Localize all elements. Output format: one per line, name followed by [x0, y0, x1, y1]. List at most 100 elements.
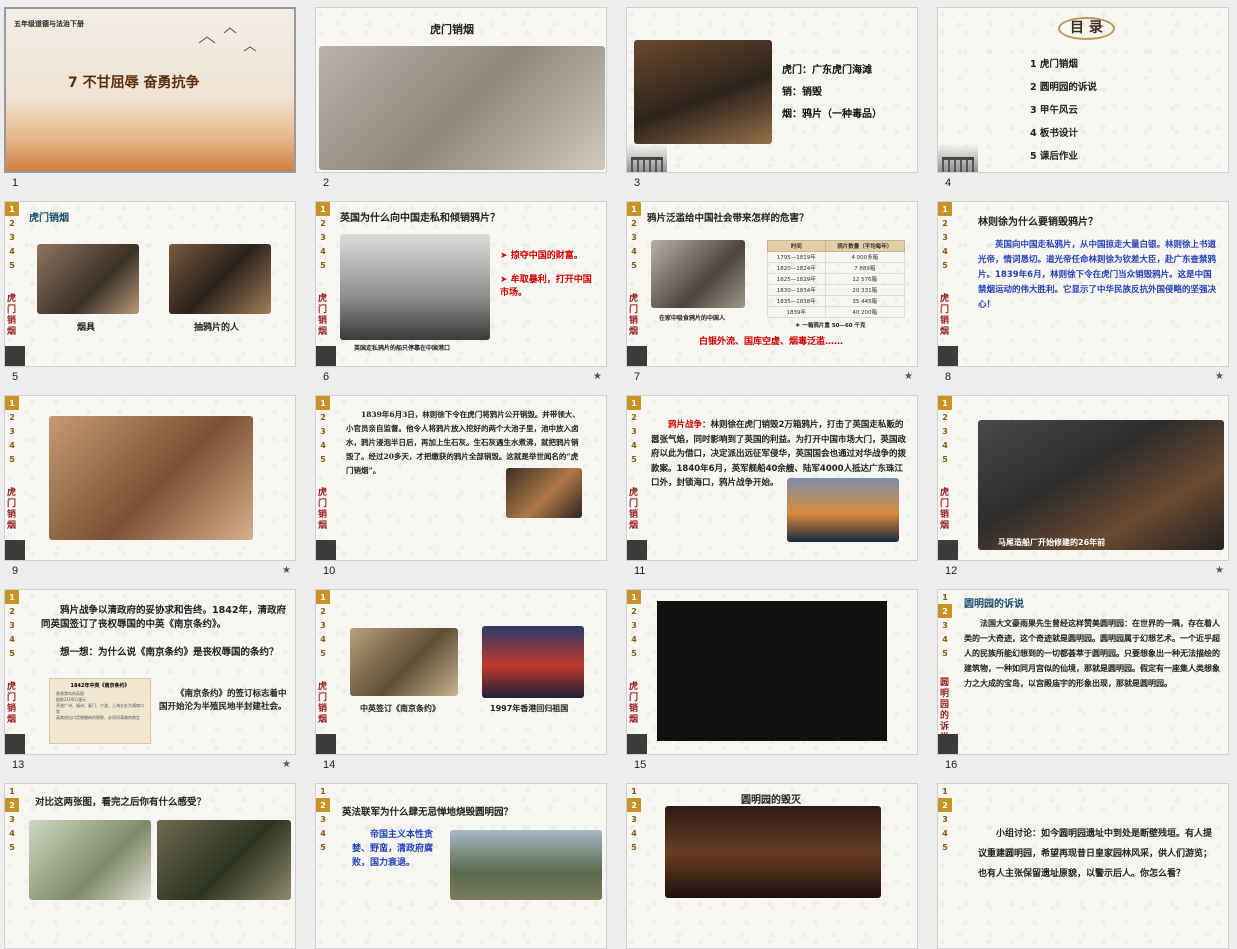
slide-thumb-20[interactable]: 12345 小组讨论：如今圆明园遗址中到处是断壁残垣。有人提议重建圆明园，希望再…	[937, 783, 1233, 949]
slide-thumb-6[interactable]: 12345 虎门销烟 英国为什么向中国走私和倾销鸦片？ 英国走私鸦片的船只停靠在…	[315, 201, 611, 391]
vertical-title: 虎门销烟	[940, 294, 950, 337]
toc-item[interactable]: 4 板书设计	[1030, 122, 1097, 145]
slide-number: 8	[945, 371, 952, 383]
question: 英法联军为什么肆无忌惮地烧毁圆明园？	[342, 807, 514, 818]
slide-thumb-1[interactable]: 五年级道德与法治下册 7 不甘屈辱 奋勇抗争 1	[4, 7, 300, 197]
slide-10[interactable]: 12345 虎门销烟 1839年6月3日，林则徐下令在虎门将鸦片公开销毁。并带领…	[315, 395, 607, 561]
slide-15[interactable]: 12345 虎门销烟	[626, 589, 918, 755]
transition-star-icon[interactable]: ★	[1215, 371, 1224, 382]
slide-thumb-18[interactable]: 12345 英法联军为什么肆无忌惮地烧毁圆明园？ 帝国主义本性贪婪、野蛮，清政府…	[315, 783, 611, 949]
slide-number: 15	[634, 759, 647, 771]
slide-19[interactable]: 12345 圆明园的毁灭	[626, 783, 918, 949]
toc-title: 目 录	[1058, 17, 1115, 40]
reason-2: ➤ 牟取暴利，打开中国市场。	[500, 275, 592, 298]
slide-thumb-7[interactable]: 12345 虎门销烟 鸦片泛滥给中国社会带来怎样的危害？ 在家中吸食鸦片的中国人…	[626, 201, 922, 391]
slide-sidebar: 12345	[316, 590, 330, 754]
question: 英国为什么向中国走私和倾销鸦片？	[340, 213, 500, 224]
slide-11[interactable]: 12345 虎门销烟 鸦片战争：林则徐在虎门销毁2万箱鸦片，打击了英国走私贩的嚣…	[626, 395, 918, 561]
slide-number: 4	[945, 177, 952, 189]
slide-thumb-11[interactable]: 12345 虎门销烟 鸦片战争：林则徐在虎门销毁2万箱鸦片，打击了英国走私贩的嚣…	[626, 395, 922, 585]
caption-1: 中英签订《南京条约》	[360, 704, 440, 713]
ruins-photo	[450, 830, 602, 900]
slide-sidebar: 12345	[627, 396, 641, 560]
humen-photo	[634, 40, 772, 144]
bronze-sculpture-image	[49, 416, 253, 540]
slide-number: 7	[634, 371, 641, 383]
question: 林则徐为什么要销毁鸦片？	[978, 217, 1098, 228]
slide-18[interactable]: 12345 英法联军为什么肆无忌惮地烧毁圆明园？ 帝国主义本性贪婪、野蛮，清政府…	[315, 783, 607, 949]
slide-thumb-8[interactable]: 12345 虎门销烟 林则徐为什么要销毁鸦片？ 英国向中国走私鸦片，从中国掠走大…	[937, 201, 1233, 391]
slide-thumb-13[interactable]: 12345 虎门销烟 鸦片战争以清政府的妥协求和告终。1842年，清政府同英国签…	[4, 589, 300, 779]
slide-1[interactable]: 五年级道德与法治下册 7 不甘屈辱 奋勇抗争	[4, 7, 296, 173]
slide-sidebar: 12345	[316, 202, 330, 366]
slide-17[interactable]: 12345 对比这两张图，看完之后你有什么感受？	[4, 783, 296, 949]
slide-number: 16	[945, 759, 958, 771]
gate-decoration	[627, 346, 647, 366]
slide-16[interactable]: 12345 圆明园的诉说 圆明园的诉说 法国大文豪雨果先生曾经这样赞美圆明园：在…	[937, 589, 1229, 755]
treaty-signing-image	[350, 628, 458, 696]
toc-item[interactable]: 5 课后作业	[1030, 145, 1097, 168]
slide-5[interactable]: 12345 虎门销烟 虎门销烟 烟具 抽鸦片的人	[4, 201, 296, 367]
slide-sidebar: 12345	[5, 784, 19, 948]
slide-thumb-17[interactable]: 12345 对比这两张图，看完之后你有什么感受？	[4, 783, 300, 949]
slide-14[interactable]: 12345 虎门销烟 中英签订《南京条约》 1997年香港回归祖国	[315, 589, 607, 755]
slide-thumb-4[interactable]: 目 录 1 虎门销烟 2 圆明园的诉说 3 甲午风云 4 板书设计 5 课后作业…	[937, 7, 1233, 197]
ruins-image	[157, 820, 291, 900]
slide-20[interactable]: 12345 小组讨论：如今圆明园遗址中到处是断壁残垣。有人提议重建圆明园，希望再…	[937, 783, 1229, 949]
toc-item[interactable]: 1 虎门销烟	[1030, 53, 1097, 76]
slide-7[interactable]: 12345 虎门销烟 鸦片泛滥给中国社会带来怎样的危害？ 在家中吸食鸦片的中国人…	[626, 201, 918, 367]
gate-decoration	[316, 346, 336, 366]
image-caption: 在家中吸食鸦片的中国人	[659, 315, 726, 322]
video-player[interactable]	[657, 601, 887, 741]
vertical-title: 虎门销烟	[318, 294, 328, 337]
toc-item[interactable]: 2 圆明园的诉说	[1030, 76, 1097, 99]
transition-star-icon[interactable]: ★	[282, 759, 291, 770]
smoking-tools-image	[37, 244, 139, 314]
slide-thumb-10[interactable]: 12345 虎门销烟 1839年6月3日，林则徐下令在虎门将鸦片公开销毁。并带领…	[315, 395, 611, 585]
gate-decoration	[5, 734, 25, 754]
vertical-title: 虎门销烟	[629, 294, 639, 337]
slide-thumb-5[interactable]: 12345 虎门销烟 虎门销烟 烟具 抽鸦片的人 5	[4, 201, 300, 391]
caption-1: 烟具	[77, 323, 96, 333]
slide-8[interactable]: 12345 虎门销烟 林则徐为什么要销毁鸦片？ 英国向中国走私鸦片，从中国掠走大…	[937, 201, 1229, 367]
old-palace-image	[29, 820, 151, 900]
slide-1-grade: 五年级道德与法治下册	[14, 20, 84, 28]
slide-3[interactable]: 虎门：广东虎门海滩 销：销毁 烟：鸦片（一种毒品）	[626, 7, 918, 173]
gate-decoration	[5, 540, 25, 560]
slide-thumb-16[interactable]: 12345 圆明园的诉说 圆明园的诉说 法国大文豪雨果先生曾经这样赞美圆明园：在…	[937, 589, 1233, 779]
transition-star-icon[interactable]: ★	[282, 565, 291, 576]
slide-13[interactable]: 12345 虎门销烟 鸦片战争以清政府的妥协求和告终。1842年，清政府同英国签…	[4, 589, 296, 755]
slide-thumb-2[interactable]: 虎门销烟 2	[315, 7, 611, 197]
slide-sidebar: 12345	[938, 396, 952, 560]
reason-1: ➤ 掠夺中国的财富。	[500, 251, 583, 261]
transition-star-icon[interactable]: ★	[1215, 565, 1224, 576]
slide-12[interactable]: 12345 虎门销烟 马尾造船厂开始修建的26年前	[937, 395, 1229, 561]
slide-thumb-19[interactable]: 12345 圆明园的毁灭	[626, 783, 922, 949]
relief-sculpture-image	[319, 46, 605, 170]
destruction-video-frame[interactable]	[665, 806, 881, 898]
slide-thumb-12[interactable]: 12345 虎门销烟 马尾造船厂开始修建的26年前 12 ★	[937, 395, 1233, 585]
gate-decoration	[316, 540, 336, 560]
slide-sidebar: 12345	[5, 396, 19, 560]
gate-decoration	[627, 734, 647, 754]
vertical-title: 虎门销烟	[7, 682, 17, 725]
gate-decoration	[938, 144, 978, 172]
slide-sidebar: 12345	[316, 396, 330, 560]
think-question: 想一想：为什么说《南京条约》是丧权辱国的条约？	[60, 647, 279, 658]
slide-thumb-14[interactable]: 12345 虎门销烟 中英签订《南京条约》 1997年香港回归祖国 14	[315, 589, 611, 779]
slide-2-title: 虎门销烟	[430, 23, 474, 36]
slide-4[interactable]: 目 录 1 虎门销烟 2 圆明园的诉说 3 甲午风云 4 板书设计 5 课后作业	[937, 7, 1229, 173]
slide-number: 2	[323, 177, 330, 189]
slide-thumb-3[interactable]: 虎门：广东虎门海滩 销：销毁 烟：鸦片（一种毒品） 3	[626, 7, 922, 197]
question: 对比这两张图，看完之后你有什么感受？	[35, 797, 207, 808]
slide-6[interactable]: 12345 虎门销烟 英国为什么向中国走私和倾销鸦片？ 英国走私鸦片的船只停靠在…	[315, 201, 607, 367]
toc-list: 1 虎门销烟 2 圆明园的诉说 3 甲午风云 4 板书设计 5 课后作业	[1030, 53, 1097, 168]
transition-star-icon[interactable]: ★	[904, 371, 913, 382]
transition-star-icon[interactable]: ★	[593, 371, 602, 382]
slide-9[interactable]: 12345 虎门销烟	[4, 395, 296, 561]
slide-2[interactable]: 虎门销烟	[315, 7, 607, 173]
toc-item[interactable]: 3 甲午风云	[1030, 99, 1097, 122]
slide-thumb-9[interactable]: 12345 虎门销烟 9 ★	[4, 395, 300, 585]
slide-thumb-15[interactable]: 12345 虎门销烟 15	[626, 589, 922, 779]
gate-decoration	[938, 540, 958, 560]
